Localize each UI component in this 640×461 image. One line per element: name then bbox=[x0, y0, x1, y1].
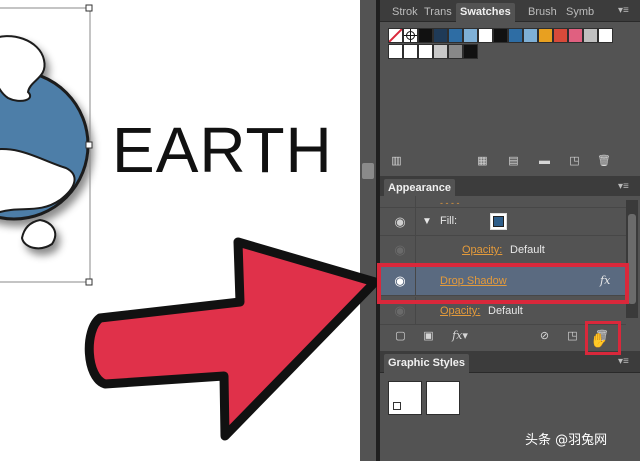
tab-transparency[interactable]: Trans bbox=[420, 3, 456, 22]
swatch-libraries-icon[interactable]: ▥ bbox=[390, 155, 403, 167]
add-new-effect-icon[interactable]: fx▾ bbox=[450, 330, 470, 342]
drop-shadow-highlight-box bbox=[377, 263, 629, 304]
swatch-black-3[interactable] bbox=[463, 44, 478, 59]
eye-icon-dim[interactable]: ◉ bbox=[390, 243, 410, 257]
swatch-pink[interactable] bbox=[568, 28, 583, 43]
swatch-light-gray[interactable] bbox=[433, 44, 448, 59]
earth-globe-shape bbox=[0, 35, 90, 250]
graphic-styles-menu-icon[interactable]: ▾≡ bbox=[618, 356, 629, 367]
swatch-red[interactable] bbox=[553, 28, 568, 43]
fill-label: Fill: bbox=[440, 215, 458, 227]
canvas-scroll-thumb[interactable] bbox=[362, 163, 374, 179]
swatch-black[interactable] bbox=[418, 28, 433, 43]
canvas-vertical-scrollbar[interactable] bbox=[360, 0, 376, 461]
fill-opacity-row[interactable]: ◉ Opacity: Default bbox=[380, 236, 626, 264]
swatch-mid-gray[interactable] bbox=[448, 44, 463, 59]
swatch-white-4[interactable] bbox=[403, 44, 418, 59]
graphic-style-white[interactable] bbox=[426, 381, 460, 415]
swatch-registration[interactable] bbox=[403, 28, 418, 43]
duplicate-item-icon[interactable]: ◳ bbox=[566, 330, 579, 342]
swatches-tabbar: Strok Trans Swatches Brush Symb ▾≡ bbox=[380, 0, 640, 22]
style-small-icon bbox=[393, 402, 401, 410]
swatch-orange[interactable] bbox=[538, 28, 553, 43]
appearance-tabbar: Appearance ▾≡ bbox=[380, 176, 640, 198]
disclosure-triangle-icon[interactable]: ▼ bbox=[422, 216, 432, 227]
tab-swatches[interactable]: Swatches bbox=[456, 3, 515, 22]
panels-dock: Strok Trans Swatches Brush Symb ▾≡ ▥ ▦ ▤… bbox=[380, 0, 640, 461]
opacity-value-2: Default bbox=[488, 305, 523, 317]
eye-icon-dim[interactable]: ◉ bbox=[390, 304, 410, 318]
fill-color-swatch-icon[interactable] bbox=[490, 213, 507, 230]
tab-symbols[interactable]: Symb bbox=[562, 3, 598, 22]
new-swatch-icon[interactable]: ◳ bbox=[568, 155, 581, 167]
swatch-white[interactable] bbox=[478, 28, 493, 43]
tab-graphic-styles[interactable]: Graphic Styles bbox=[384, 354, 470, 373]
swatch-gray[interactable] bbox=[583, 28, 598, 43]
show-swatch-kinds-icon[interactable]: ▦ bbox=[476, 155, 489, 167]
watermark-text: 头条 @羽兔网 bbox=[525, 433, 608, 448]
fill-row[interactable]: ◉ ▼ Fill: bbox=[380, 208, 626, 236]
opacity-link[interactable]: Opacity: bbox=[462, 244, 502, 256]
earth-globe-artwork[interactable] bbox=[0, 0, 360, 461]
swatch-options-icon[interactable]: ▤ bbox=[507, 155, 520, 167]
clear-appearance-icon[interactable]: ⊘ bbox=[538, 330, 551, 342]
opacity-link-2[interactable]: Opacity: bbox=[440, 305, 480, 317]
swatch-none[interactable] bbox=[388, 28, 403, 43]
artboard-canvas[interactable]: EARTH bbox=[0, 0, 360, 461]
delete-swatch-icon[interactable]: 🗑 bbox=[597, 155, 611, 167]
swatches-panel-menu-icon[interactable]: ▾≡ bbox=[618, 5, 629, 16]
swatch-light-blue[interactable] bbox=[463, 28, 478, 43]
list-item: - - - - bbox=[380, 196, 626, 208]
add-new-stroke-icon[interactable]: ▢ bbox=[394, 330, 407, 342]
swatch-blue[interactable] bbox=[448, 28, 463, 43]
swatch-white-2[interactable] bbox=[598, 28, 613, 43]
swatches-grid: ▥ ▦ ▤ ▬ ◳ 🗑 bbox=[380, 22, 640, 167]
swatch-light-blue-2[interactable] bbox=[523, 28, 538, 43]
appearance-scroll-thumb[interactable] bbox=[628, 214, 636, 304]
new-color-group-icon[interactable]: ▬ bbox=[538, 155, 551, 167]
eye-icon[interactable]: ◉ bbox=[390, 215, 410, 229]
graphic-style-default[interactable] bbox=[388, 381, 422, 415]
opacity-value: Default bbox=[510, 244, 545, 256]
partial-row-marker: - - - - bbox=[440, 198, 460, 208]
swatch-white-5[interactable] bbox=[418, 44, 433, 59]
appearance-panel-menu-icon[interactable]: ▾≡ bbox=[618, 181, 629, 192]
add-new-fill-icon[interactable]: ▣ bbox=[422, 330, 435, 342]
earth-text[interactable]: EARTH bbox=[112, 118, 333, 182]
tab-brushes[interactable]: Brush bbox=[524, 3, 561, 22]
mouse-cursor-icon: ✋ bbox=[590, 332, 608, 348]
swatch-blue-2[interactable] bbox=[508, 28, 523, 43]
tab-stroke[interactable]: Strok bbox=[388, 3, 422, 22]
swatch-navy[interactable] bbox=[433, 28, 448, 43]
swatch-white-3[interactable] bbox=[388, 44, 403, 59]
swatch-black-2[interactable] bbox=[493, 28, 508, 43]
